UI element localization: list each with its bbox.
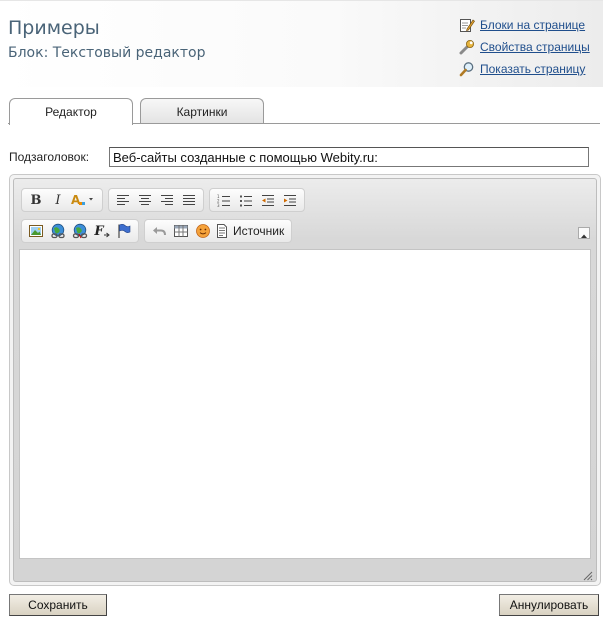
image-icon [28,223,44,239]
numbered-list-button[interactable]: 123 [213,190,235,210]
insert-table-button[interactable] [170,221,192,241]
align-left-button[interactable] [112,190,134,210]
triangle-up-icon [580,224,588,243]
align-left-icon [116,194,130,206]
insert-smiley-button[interactable] [192,221,214,241]
blocks-on-page-link[interactable]: Блоки на странице [459,14,590,36]
show-page-label: Показать страницу [480,62,586,76]
alignment-group [108,188,204,212]
toolbar-row-1: B I A 1 2 3 [21,188,310,212]
tab-editor[interactable]: Редактор [9,98,133,125]
page-subtitle: Блок: Текстовый редактор [8,45,206,61]
page-properties-link[interactable]: Свойства страницы [459,36,590,58]
globe-link-icon [50,223,66,239]
numbered-list-icon: 123 [217,194,231,207]
bullet-list-icon [239,194,253,207]
tab-editor-label: Редактор [45,105,97,119]
indent-button[interactable] [279,190,301,210]
cancel-label: Аннулировать [509,598,589,612]
bold-icon: B [30,192,42,208]
outdent-icon [261,194,275,207]
wrench-icon [459,39,475,55]
bullet-list-button[interactable] [235,190,257,210]
align-center-icon [138,194,152,206]
globe-unlink-icon [72,223,88,239]
svg-text:3: 3 [217,203,220,207]
italic-icon: I [55,192,61,208]
remove-link-button[interactable] [69,221,91,241]
rich-text-editor: B I A 1 2 3 F Источник [9,174,601,586]
page-header: Примеры Блок: Текстовый редактор Блоки н… [0,0,603,87]
source-doc-icon [216,224,228,238]
anchor-button[interactable] [113,221,135,241]
undo-icon [151,224,167,238]
collapse-toolbar-button[interactable] [578,227,590,239]
insert-tools-group: Источник [144,219,293,243]
blocks-on-page-label: Блоки на странице [480,18,586,32]
pencil-note-icon [459,17,475,33]
align-right-button[interactable] [156,190,178,210]
insert-media-group: F [21,219,139,243]
cancel-button[interactable]: Аннулировать [499,594,599,616]
tab-pictures-label: Картинки [176,104,228,119]
indent-icon [283,194,297,207]
editor-frame: B I A 1 2 3 F Источник [13,178,597,582]
page-title: Примеры [8,17,100,39]
flag-icon [116,223,132,239]
source-label: Источник [233,224,285,238]
format-button[interactable]: F [91,221,113,241]
save-label: Сохранить [28,598,88,612]
text-style-group: B I A [21,188,103,212]
outdent-button[interactable] [257,190,279,210]
insert-link-button[interactable] [47,221,69,241]
subtitle-input[interactable] [109,147,589,167]
format-letter: F [94,223,104,239]
save-button[interactable]: Сохранить [9,594,107,616]
resize-grip-icon[interactable] [581,566,593,581]
magnifier-icon [459,61,475,77]
format-icon: F [94,223,110,239]
header-links: Блоки на странице Свойства страницы Пока… [459,14,590,80]
align-justify-icon [182,194,196,206]
subtitle-row: Подзаголовок: [9,146,89,168]
page-properties-label: Свойства страницы [480,40,590,54]
align-center-button[interactable] [134,190,156,210]
toolbar-row-2: F Источник [21,219,297,243]
subtitle-label: Подзаголовок: [9,150,90,164]
smiley-icon [195,223,211,239]
italic-button[interactable]: I [47,190,69,210]
tab-pictures[interactable]: Картинки [140,98,264,124]
align-right-icon [160,194,174,206]
align-justify-button[interactable] [178,190,200,210]
show-page-link[interactable]: Показать страницу [459,58,590,80]
editor-content-area[interactable] [19,249,591,559]
table-icon [173,224,189,238]
insert-image-button[interactable] [25,221,47,241]
source-button[interactable]: Источник [214,221,288,241]
text-color-button[interactable]: A [69,190,99,210]
text-color-icon: A [70,192,98,208]
undo-button[interactable] [148,221,170,241]
list-indent-group: 123 [209,188,305,212]
bold-button[interactable]: B [25,190,47,210]
